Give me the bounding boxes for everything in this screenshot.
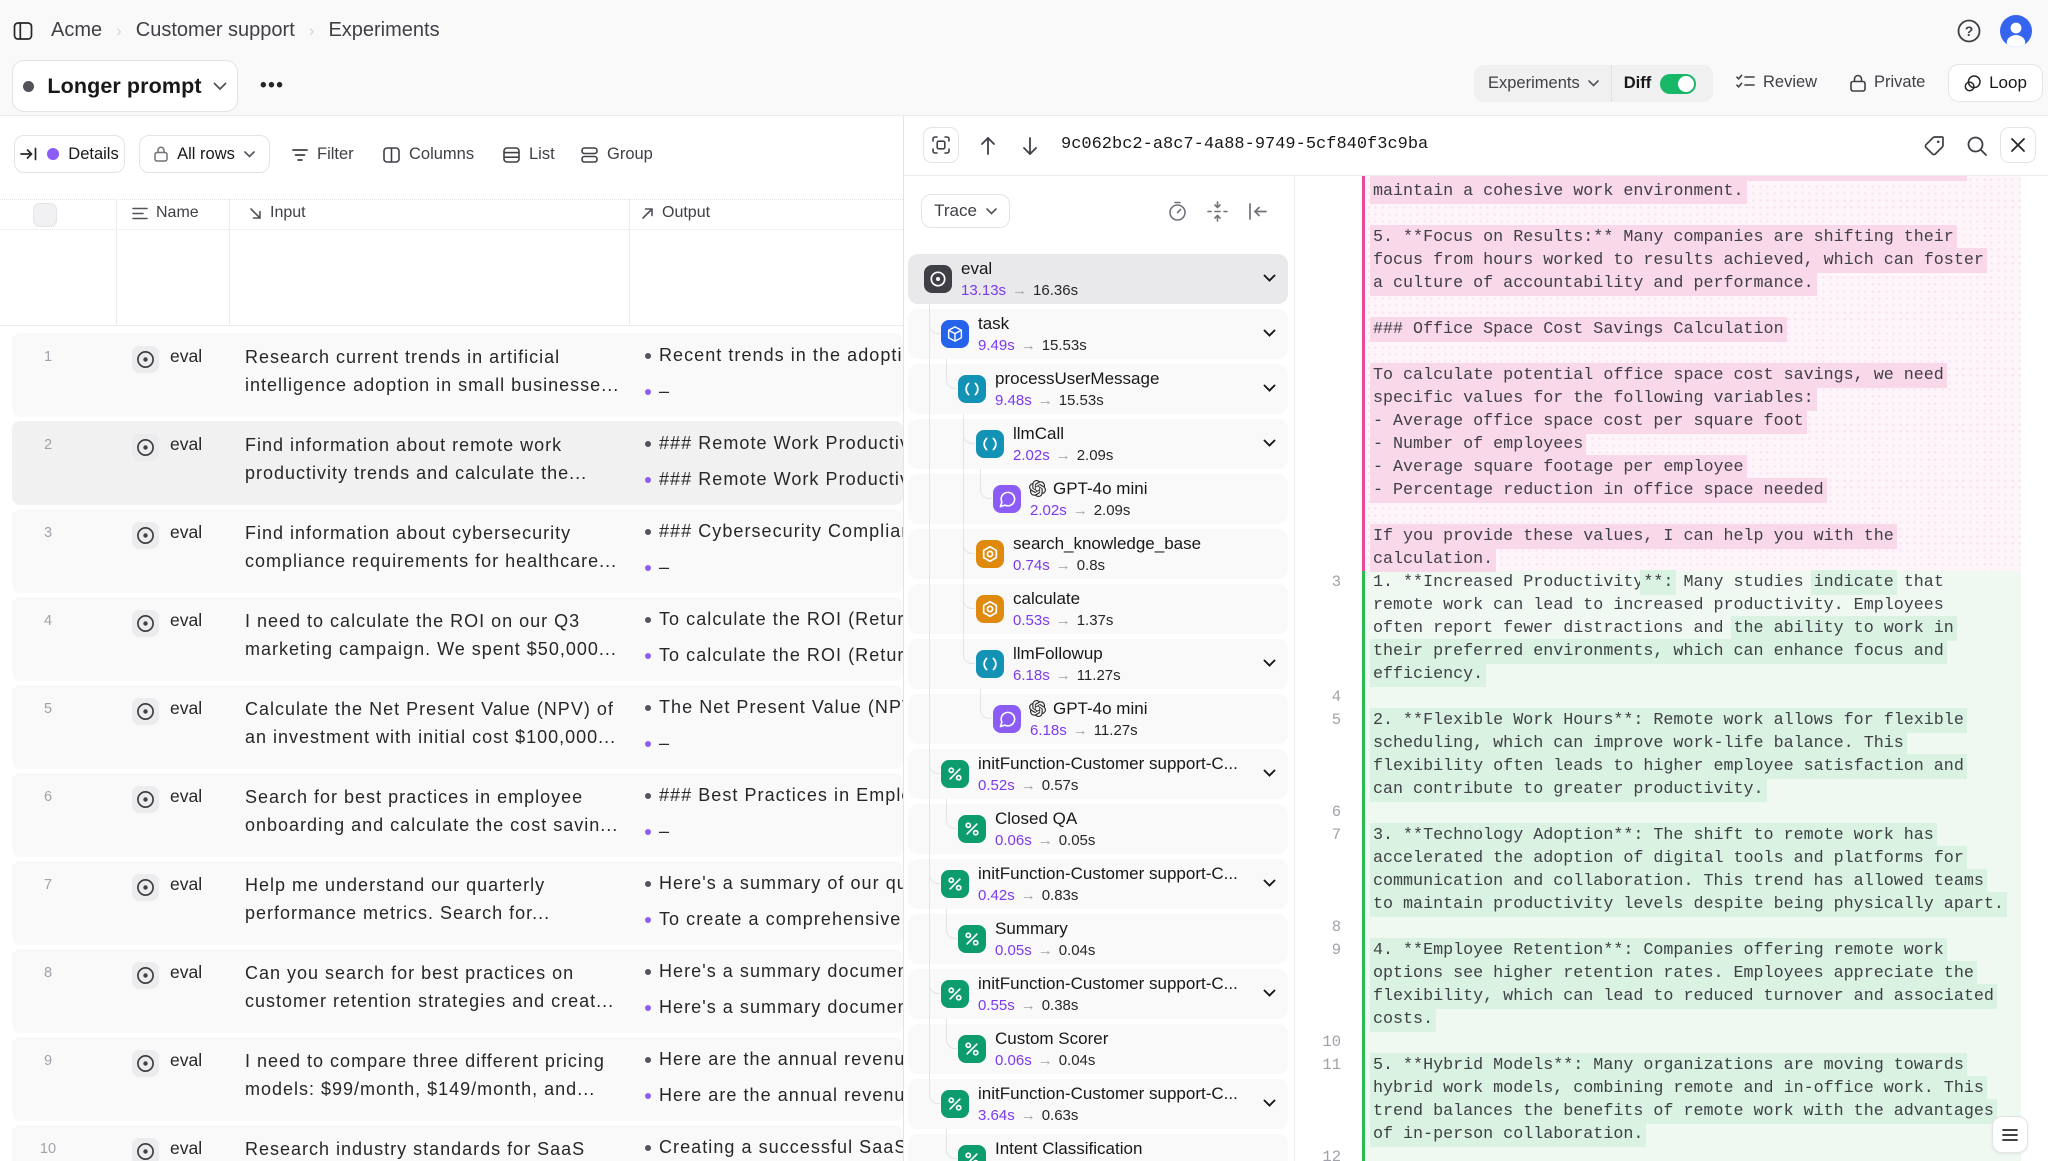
svg-text:?: ?: [1965, 23, 1974, 39]
